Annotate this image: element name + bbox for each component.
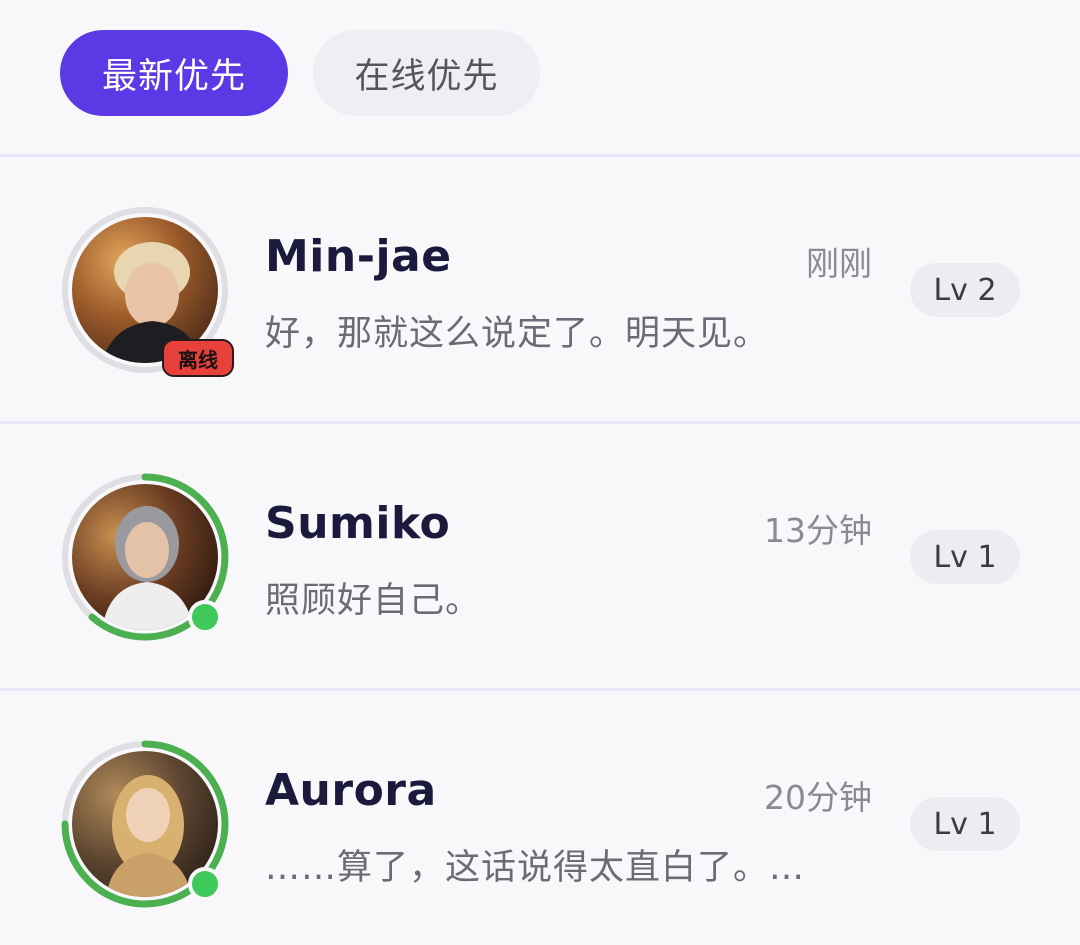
conversation-row[interactable]: Sumiko 13分钟 照顾好自己。 Lv 1 [0,424,1080,690]
level-badge: Lv 1 [910,530,1020,584]
online-indicator [188,600,222,634]
avatar [60,472,230,642]
timestamp: 刚刚 [806,244,872,283]
chat-list-screen: 最新优先 在线优先 离线 Min-jae 刚刚 好，那就这么说定了。明天见。 L… [0,0,1080,945]
contact-name: Min-jae [265,231,452,282]
contact-name: Aurora [265,765,437,816]
filter-bar: 最新优先 在线优先 [0,0,1080,155]
level-badge: Lv 1 [910,797,1020,851]
message-preview: ……算了，这话说得太直白了。… [265,848,806,888]
online-indicator [188,867,222,901]
level-badge: Lv 2 [910,263,1020,317]
conversation-row[interactable]: 离线 Min-jae 刚刚 好，那就这么说定了。明天见。 Lv 2 [0,157,1080,423]
avatar [60,739,230,909]
filter-newest-button[interactable]: 最新优先 [60,30,288,116]
conversation-row[interactable]: Aurora 20分钟 ……算了，这话说得太直白了。… Lv 1 [0,691,1080,945]
timestamp: 20分钟 [764,778,872,817]
avatar: 离线 [60,205,234,377]
timestamp: 13分钟 [764,511,872,550]
offline-badge: 离线 [162,339,234,377]
message-preview: 好，那就这么说定了。明天见。 [265,314,770,354]
message-preview: 照顾好自己。 [265,581,482,621]
contact-name: Sumiko [265,498,451,549]
filter-online-button[interactable]: 在线优先 [313,30,540,116]
